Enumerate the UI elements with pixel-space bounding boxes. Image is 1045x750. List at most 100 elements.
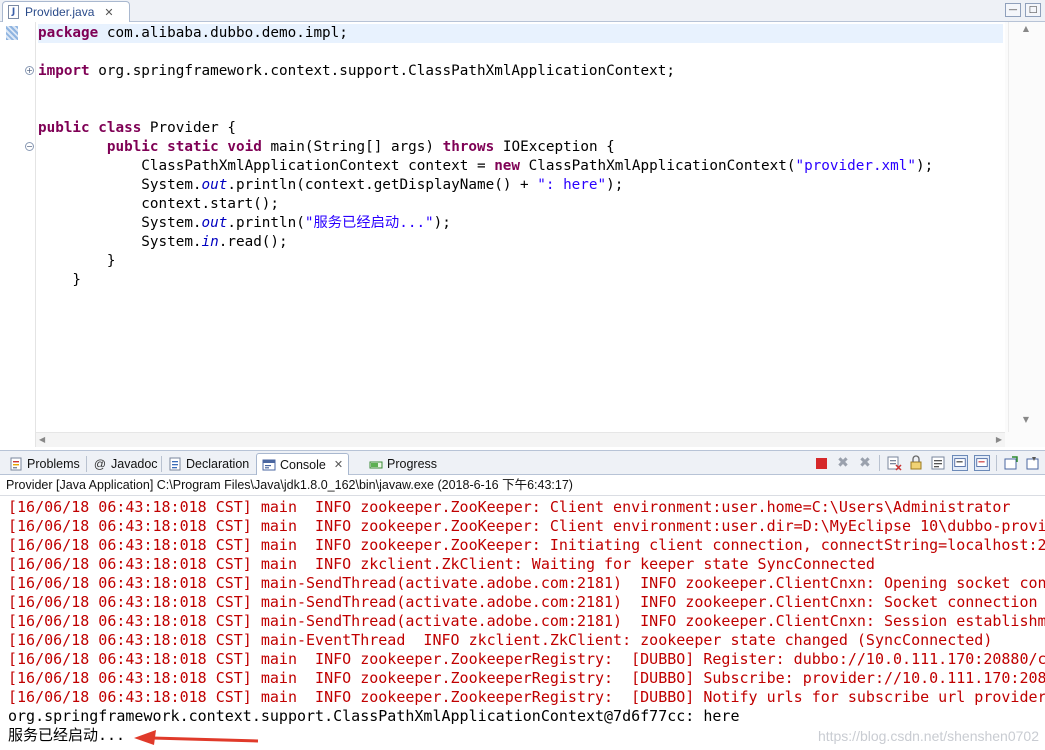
editor-tab-provider-java[interactable]: J Provider.java ✕ xyxy=(2,1,130,22)
maximize-icon[interactable]: □ xyxy=(1025,3,1041,17)
editor-tab-bar: J Provider.java ✕ — □ xyxy=(0,0,1045,22)
close-icon[interactable]: ✕ xyxy=(104,6,113,19)
code-token: ClassPathXmlApplicationContext( xyxy=(520,158,796,174)
code-token: .println( xyxy=(227,215,305,231)
show-console-on-stdout-icon[interactable] xyxy=(952,455,968,471)
code-line[interactable]: import org.springframework.context.suppo… xyxy=(38,62,1003,81)
console-line: [16/06/18 06:43:18:018 CST] main-SendThr… xyxy=(8,612,1045,630)
tab-label: Console xyxy=(280,457,326,472)
code-token: com.alibaba.dubbo.demo.impl; xyxy=(98,25,348,41)
code-line[interactable]: System.out.println("服务已经启动..."); xyxy=(38,214,1003,233)
code-line[interactable]: context.start(); xyxy=(38,195,1003,214)
console-output[interactable]: [16/06/18 06:43:18:018 CST] main INFO zo… xyxy=(0,497,1045,750)
scroll-lock-icon[interactable] xyxy=(908,455,924,471)
code-line[interactable]: } xyxy=(38,271,1003,290)
annotation-arrow-icon xyxy=(134,730,259,745)
code-line[interactable]: public class Provider { xyxy=(38,119,1003,138)
code-token: public xyxy=(38,120,90,136)
code-token: package xyxy=(38,25,99,41)
code-token: ); xyxy=(606,177,624,193)
code-line[interactable]: package com.alibaba.dubbo.demo.impl; xyxy=(38,24,1003,43)
editor-gutter: + − xyxy=(0,22,36,447)
console-line: [16/06/18 06:43:18:018 CST] main INFO zo… xyxy=(8,650,1045,668)
console-line: [16/06/18 06:43:18:018 CST] main-SendThr… xyxy=(8,593,1045,611)
tab-label: Javadoc xyxy=(111,457,158,471)
remove-launch-icon[interactable]: ✖ xyxy=(835,455,851,471)
code-line[interactable]: System.in.read(); xyxy=(38,233,1003,252)
code-token: System. xyxy=(38,234,202,250)
code-token: ); xyxy=(433,215,451,231)
code-editor[interactable]: + − package com.alibaba.dubbo.demo.impl;… xyxy=(0,22,1045,447)
console-icon xyxy=(262,459,276,470)
tab-label: Declaration xyxy=(186,457,250,471)
code-token: } xyxy=(38,253,116,269)
scroll-left-icon[interactable]: ◀ xyxy=(39,435,45,444)
code-line[interactable]: System.out.println(context.getDisplayNam… xyxy=(38,176,1003,195)
javadoc-icon: @ xyxy=(93,457,107,471)
scroll-up-icon[interactable]: ▲ xyxy=(1023,24,1029,33)
vertical-scroll-track[interactable] xyxy=(1008,22,1042,432)
tab-console[interactable]: Console ✕ xyxy=(256,453,350,475)
terminate-icon[interactable] xyxy=(816,457,827,469)
code-token: System. xyxy=(38,215,202,231)
code-token: Provider { xyxy=(141,120,236,136)
code-token: System. xyxy=(38,177,202,193)
code-token: "服务已经启动..." xyxy=(304,215,434,231)
tab-declaration[interactable]: Declaration xyxy=(163,453,254,475)
scroll-down-icon[interactable]: ▼ xyxy=(1023,415,1029,424)
code-token: org.springframework.context.support.Clas… xyxy=(89,63,675,79)
code-token: .println(context.getDisplayName() + xyxy=(227,177,538,193)
code-token: "provider.xml" xyxy=(795,158,916,174)
tab-progress[interactable]: Progress xyxy=(364,453,442,475)
progress-icon xyxy=(369,461,383,469)
toolbar-separator xyxy=(996,455,997,471)
open-console-icon[interactable] xyxy=(1025,455,1041,471)
code-area[interactable]: package com.alibaba.dubbo.demo.impl; imp… xyxy=(38,24,1003,444)
vertical-scrollbar[interactable]: ▲ ▼ xyxy=(1005,22,1045,447)
horizontal-scrollbar[interactable]: ◀ ▶ xyxy=(36,432,1005,447)
code-line[interactable] xyxy=(38,81,1003,100)
tab-label: Problems xyxy=(27,457,80,471)
code-line[interactable] xyxy=(38,43,1003,62)
code-token: static xyxy=(167,139,219,155)
scroll-right-icon[interactable]: ▶ xyxy=(996,435,1002,444)
code-token: import xyxy=(38,63,90,79)
java-file-icon: J xyxy=(8,5,19,19)
collapse-fold-icon[interactable]: − xyxy=(25,142,34,151)
expand-fold-icon[interactable]: + xyxy=(25,66,34,75)
code-line[interactable] xyxy=(38,100,1003,119)
code-token: void xyxy=(227,139,262,155)
show-console-on-stderr-icon[interactable] xyxy=(974,455,990,471)
code-token: } xyxy=(38,272,82,288)
remove-all-terminated-icon[interactable]: ✖ xyxy=(857,455,873,471)
watermark-text: https://blog.csdn.net/shenshen0702 xyxy=(817,728,1039,744)
tab-separator xyxy=(161,456,162,472)
tab-javadoc[interactable]: @ Javadoc xyxy=(88,453,163,475)
console-line: [16/06/18 06:43:18:018 CST] main-SendThr… xyxy=(8,574,1045,592)
minimize-icon[interactable]: — xyxy=(1005,3,1021,17)
word-wrap-icon[interactable] xyxy=(930,455,946,471)
pin-console-icon[interactable] xyxy=(1003,455,1019,471)
code-token: public xyxy=(106,139,159,155)
console-lines[interactable]: [16/06/18 06:43:18:018 CST] main INFO zo… xyxy=(8,498,1045,745)
console-line: [16/06/18 06:43:18:018 CST] main INFO zo… xyxy=(8,688,1045,706)
tab-separator xyxy=(86,456,87,472)
tab-label: Progress xyxy=(387,457,438,471)
console-launch-description: Provider [Java Application] C:\Program F… xyxy=(0,476,1045,496)
console-line: [16/06/18 06:43:18:018 CST] main INFO zo… xyxy=(8,517,1045,535)
code-line[interactable]: ClassPathXmlApplicationContext context =… xyxy=(38,157,1003,176)
code-token: out xyxy=(201,215,228,231)
code-line[interactable]: } xyxy=(38,252,1003,271)
console-line: [16/06/18 06:43:18:018 CST] main INFO zo… xyxy=(8,669,1045,687)
code-line[interactable]: public static void main(String[] args) t… xyxy=(38,138,1003,157)
clear-console-icon[interactable] xyxy=(886,455,902,471)
current-line-marker-icon xyxy=(6,26,18,40)
close-icon[interactable]: ✕ xyxy=(334,458,343,471)
console-line: org.springframework.context.support.Clas… xyxy=(8,707,740,725)
tab-problems[interactable]: Problems xyxy=(4,453,85,475)
console-line: [16/06/18 06:43:18:018 CST] main-EventTh… xyxy=(8,631,993,649)
code-token: ClassPathXmlApplicationContext context = xyxy=(38,158,495,174)
problems-icon xyxy=(10,457,22,471)
code-token: ); xyxy=(916,158,934,174)
